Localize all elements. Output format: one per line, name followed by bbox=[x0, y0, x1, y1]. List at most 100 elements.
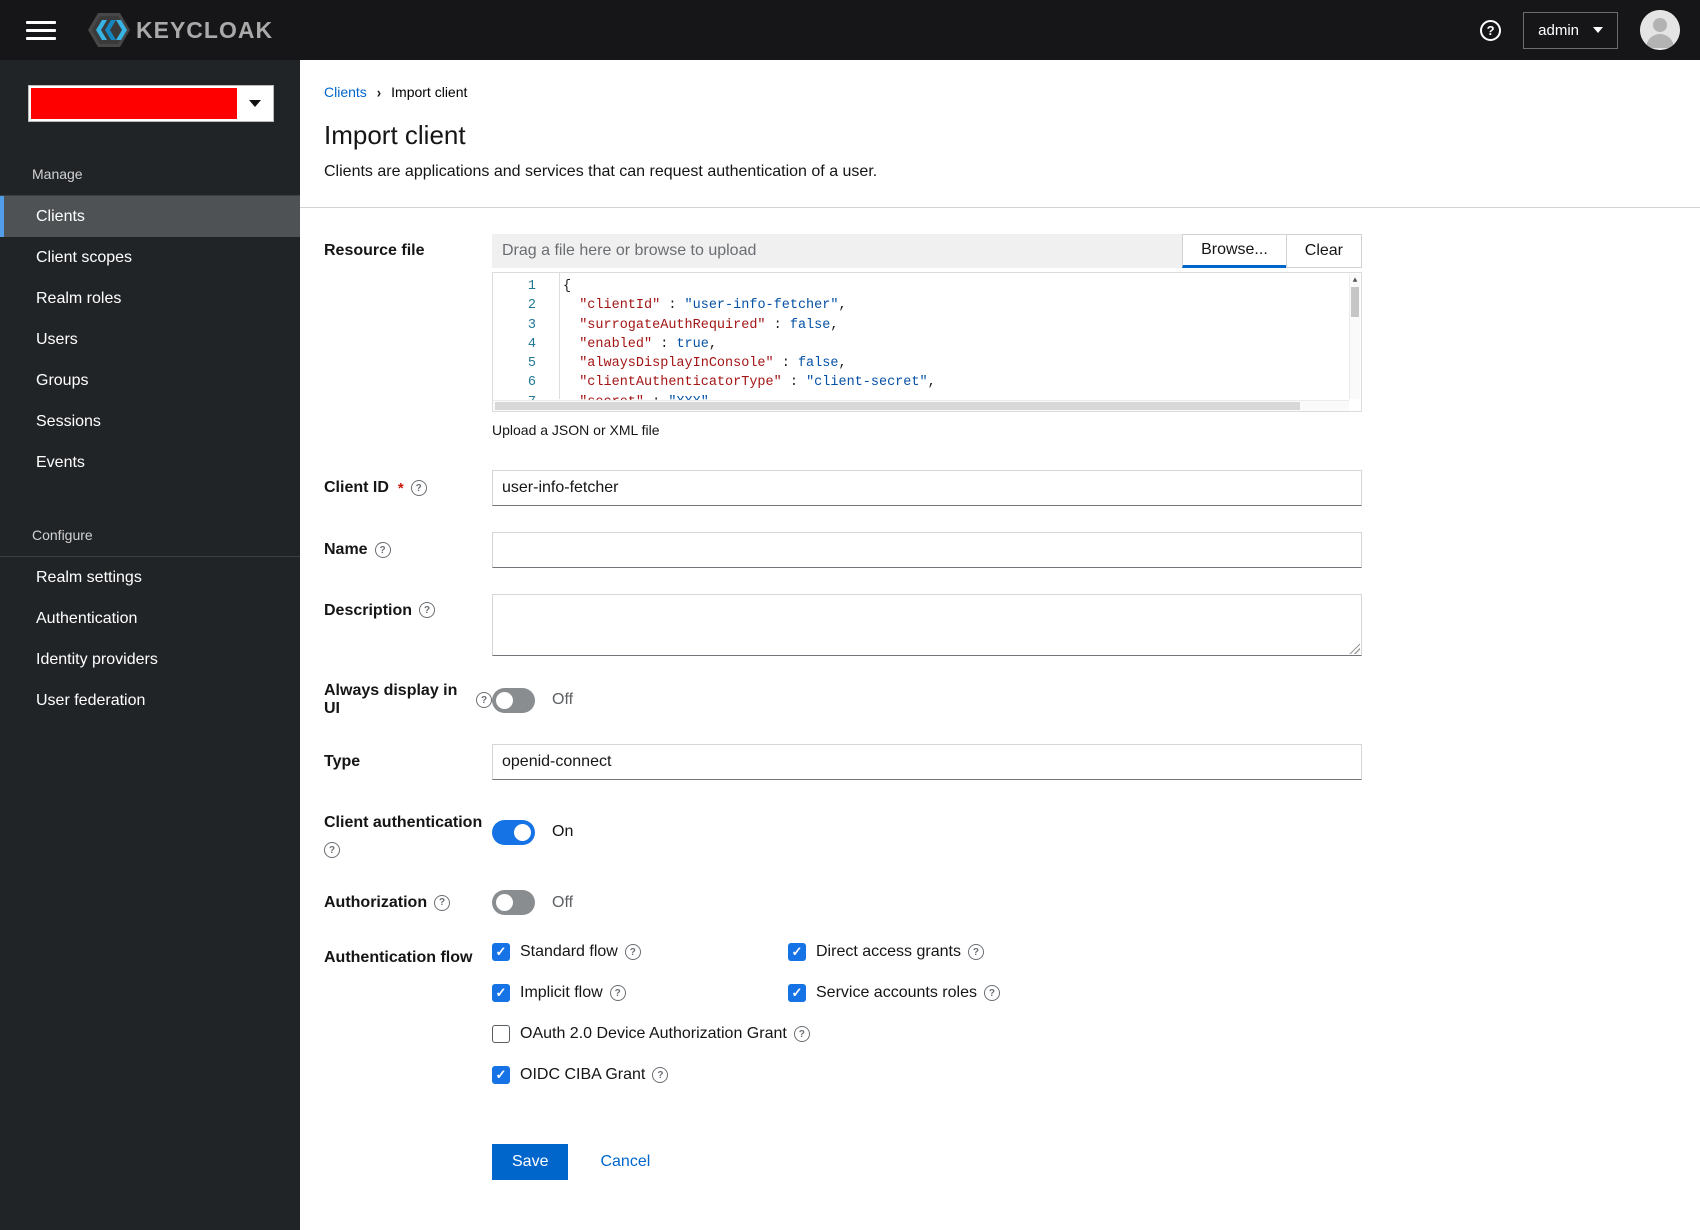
authorization-label: Authorization ? bbox=[324, 894, 492, 912]
code-line: 5 "alwaysDisplayInConsole" : false, bbox=[527, 356, 847, 372]
sidebar-item-users[interactable]: Users bbox=[0, 319, 300, 360]
toggle-state-label: Off bbox=[552, 691, 574, 708]
client-id-input[interactable] bbox=[492, 470, 1362, 506]
implicit-flow-option: ✓ Implicit flow? bbox=[492, 984, 788, 1002]
oauth-device-grant-help-icon[interactable]: ? bbox=[793, 1026, 810, 1042]
standard-flow-help-icon[interactable]: ? bbox=[624, 944, 641, 960]
sidebar-item-identity-providers[interactable]: Identity providers bbox=[0, 639, 300, 680]
sidebar-item-events[interactable]: Events bbox=[0, 442, 300, 483]
implicit-flow-checkbox[interactable]: ✓ bbox=[492, 984, 510, 1002]
chevron-right-icon: › bbox=[376, 83, 382, 101]
chevron-down-icon bbox=[249, 100, 261, 107]
direct-access-grants-help-icon[interactable]: ? bbox=[967, 944, 984, 960]
sidebar-item-user-federation[interactable]: User federation bbox=[0, 680, 300, 721]
save-button[interactable]: Save bbox=[492, 1144, 569, 1180]
realm-name-redacted bbox=[31, 88, 237, 119]
name-input[interactable] bbox=[492, 532, 1362, 568]
description-help-icon[interactable]: ? bbox=[419, 602, 436, 618]
service-accounts-roles-help-icon[interactable]: ? bbox=[983, 985, 1000, 1001]
direct-access-grants-option: ✓ Direct access grants? bbox=[788, 943, 1362, 961]
realm-selector[interactable] bbox=[28, 85, 274, 122]
file-drop-zone[interactable]: Drag a file here or browse to upload bbox=[492, 234, 1183, 268]
user-menu-dropdown[interactable]: admin bbox=[1523, 11, 1618, 49]
hamburger-menu-icon[interactable] bbox=[26, 20, 56, 40]
username: admin bbox=[1538, 21, 1579, 39]
nav-section-manage: Manage bbox=[32, 166, 83, 182]
sidebar-item-groups[interactable]: Groups bbox=[0, 360, 300, 401]
resource-file-label: Resource file bbox=[324, 242, 425, 259]
help-icon[interactable]: ? bbox=[1480, 19, 1502, 41]
scrollbar-thumb[interactable] bbox=[495, 402, 1300, 410]
toggle-knob bbox=[496, 691, 513, 709]
sidebar-item-clients[interactable]: Clients bbox=[0, 196, 300, 237]
oidc-ciba-grant-option: ✓ OIDC CIBA Grant? bbox=[492, 1066, 1362, 1084]
browse-button[interactable]: Browse... bbox=[1182, 234, 1287, 268]
name-help-icon[interactable]: ? bbox=[374, 542, 391, 558]
toggle-state-label: On bbox=[552, 823, 574, 840]
type-input[interactable] bbox=[492, 744, 1362, 780]
service-accounts-roles-option: ✓ Service accounts roles? bbox=[788, 984, 1362, 1002]
sidebar-item-realm-roles[interactable]: Realm roles bbox=[0, 278, 300, 319]
breadcrumb-current: Import client bbox=[391, 84, 468, 100]
file-upload-control: Drag a file here or browse to upload Bro… bbox=[492, 234, 1362, 268]
editor-horizontal-scrollbar[interactable] bbox=[493, 400, 1349, 411]
auth-flow-options: ✓ Standard flow? ✓ Direct access grants?… bbox=[492, 941, 1362, 1084]
sidebar-item-authentication[interactable]: Authentication bbox=[0, 598, 300, 639]
name-label: Name ? bbox=[324, 541, 492, 559]
service-accounts-roles-checkbox[interactable]: ✓ bbox=[788, 984, 806, 1002]
authorization-toggle[interactable] bbox=[492, 890, 535, 915]
gutter-divider bbox=[559, 273, 560, 399]
sidebar-item-client-scopes[interactable]: Client scopes bbox=[0, 237, 300, 278]
topbar: KEYCLOAK ? admin bbox=[0, 0, 1700, 60]
required-asterisk: * bbox=[397, 479, 404, 497]
keycloak-logo-icon bbox=[88, 13, 130, 47]
scroll-up-icon[interactable]: ▲ bbox=[1350, 274, 1360, 286]
breadcrumb: Clients › Import client bbox=[324, 83, 1676, 101]
client-auth-help-icon[interactable]: ? bbox=[324, 842, 340, 858]
client-id-help-icon[interactable]: ? bbox=[410, 480, 427, 496]
oidc-ciba-grant-checkbox[interactable]: ✓ bbox=[492, 1066, 510, 1084]
code-line: 1{ bbox=[527, 279, 572, 294]
user-icon bbox=[1640, 10, 1680, 50]
sidebar-item-sessions[interactable]: Sessions bbox=[0, 401, 300, 442]
implicit-flow-help-icon[interactable]: ? bbox=[609, 985, 626, 1001]
upload-helper-text: Upload a JSON or XML file bbox=[492, 422, 660, 438]
code-line: 4 "enabled" : true, bbox=[527, 336, 717, 352]
oidc-ciba-grant-help-icon[interactable]: ? bbox=[652, 1067, 669, 1083]
breadcrumb-clients-link[interactable]: Clients bbox=[324, 84, 367, 100]
client-auth-label: Client authentication ? bbox=[324, 806, 492, 858]
client-auth-toggle[interactable] bbox=[492, 819, 535, 845]
clear-button[interactable]: Clear bbox=[1285, 234, 1362, 268]
oauth-device-grant-checkbox[interactable] bbox=[492, 1025, 510, 1043]
scrollbar-thumb[interactable] bbox=[1351, 287, 1359, 317]
page-title: Import client bbox=[324, 120, 466, 150]
resource-file-group: Drag a file here or browse to upload Bro… bbox=[492, 234, 1362, 438]
avatar[interactable] bbox=[1640, 10, 1680, 50]
nav-section-configure: Configure bbox=[32, 527, 93, 543]
always-display-help-icon[interactable]: ? bbox=[476, 692, 492, 708]
import-client-form: Resource file Drag a file here or browse… bbox=[324, 208, 1676, 1220]
oauth-device-grant-option: OAuth 2.0 Device Authorization Grant? bbox=[492, 1025, 1362, 1043]
toggle-knob bbox=[496, 894, 513, 911]
authorization-help-icon[interactable]: ? bbox=[434, 894, 451, 911]
type-label: Type bbox=[324, 753, 361, 770]
always-display-toggle[interactable] bbox=[492, 687, 535, 713]
realm-selector-caret[interactable] bbox=[237, 86, 273, 121]
always-display-label: Always display in UI ? bbox=[324, 682, 492, 718]
code-line: 3 "surrogateAuthRequired" : false, bbox=[527, 317, 839, 333]
brand-name: KEYCLOAK bbox=[136, 16, 274, 43]
cancel-button[interactable]: Cancel bbox=[600, 1153, 650, 1171]
auth-flow-label: Authentication flow bbox=[324, 949, 473, 966]
resize-handle[interactable] bbox=[1348, 642, 1360, 654]
json-code-editor[interactable]: 1{ 2 "clientId" : "user-info-fetcher", 3… bbox=[492, 272, 1362, 412]
toggle-state-label: Off bbox=[552, 893, 574, 911]
standard-flow-checkbox[interactable]: ✓ bbox=[492, 943, 510, 961]
description-textarea[interactable] bbox=[492, 594, 1362, 656]
code-line: 6 "clientAuthenticatorType" : "client-se… bbox=[527, 375, 936, 391]
sidebar-item-realm-settings[interactable]: Realm settings bbox=[0, 557, 300, 598]
direct-access-grants-checkbox[interactable]: ✓ bbox=[788, 943, 806, 961]
description-label: Description ? bbox=[324, 594, 492, 656]
chevron-down-icon bbox=[1593, 27, 1603, 33]
code-line: 2 "clientId" : "user-info-fetcher", bbox=[527, 298, 847, 314]
editor-vertical-scrollbar[interactable]: ▲ bbox=[1349, 274, 1360, 399]
